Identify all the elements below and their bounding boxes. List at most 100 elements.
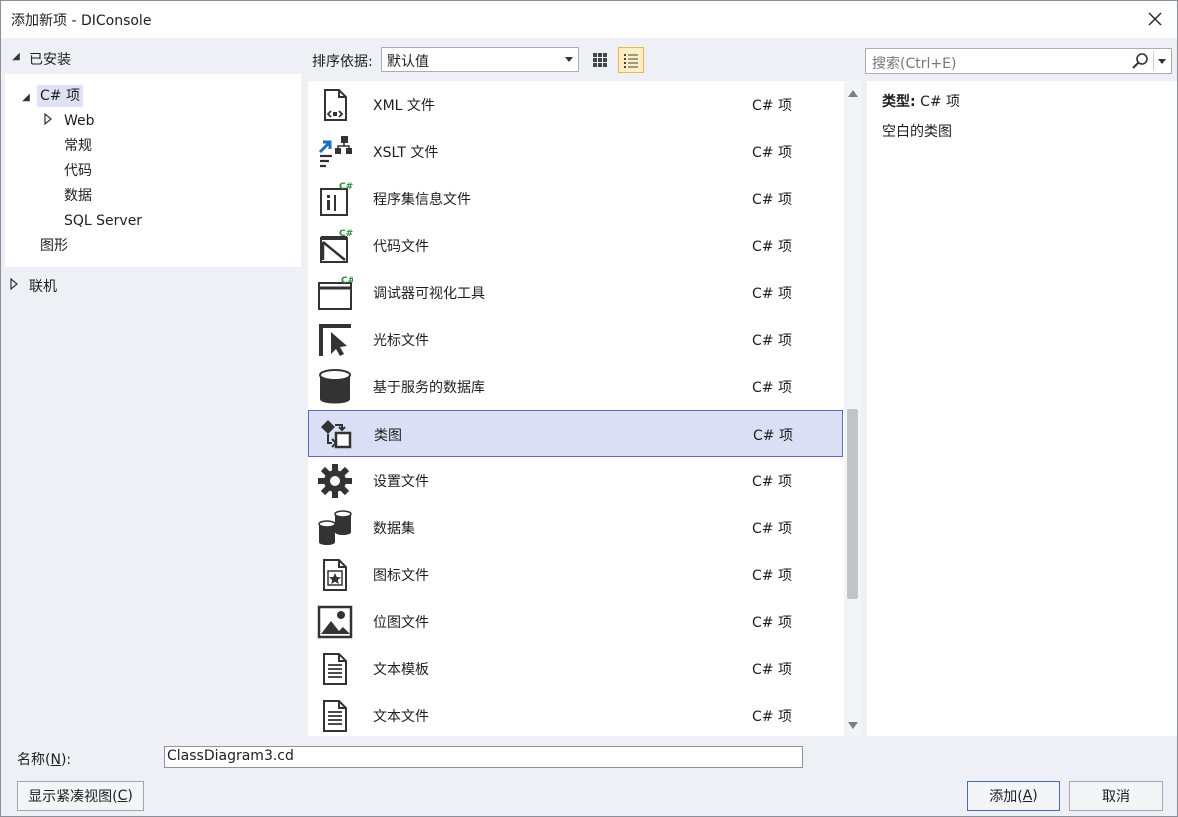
list-item[interactable]: 图标文件 C# 项 [308,551,843,598]
list-item[interactable]: 光标文件 C# 项 [308,316,843,363]
svg-text:C#: C# [341,276,353,286]
chevron-down-icon [565,57,573,62]
installed-header[interactable]: ◢ 已安装 [1,45,301,71]
scroll-down-icon[interactable] [848,722,858,729]
search-input[interactable]: 搜索(Ctrl+E) [865,48,1172,74]
list-item[interactable]: 设置文件 C# 项 [308,457,843,504]
grid-view-icon [593,53,607,67]
list-item[interactable]: 文本文件 C# 项 [308,692,843,736]
name-field[interactable]: ClassDiagram3.cd [164,746,803,768]
list-view-icon [624,54,638,68]
close-icon[interactable] [1141,5,1169,33]
item-type: C# 项 [752,662,792,678]
tree-expander-web[interactable] [43,110,53,132]
details-panel: 类型: C# 项 空白的类图 [867,81,1177,736]
item-name: 设置文件 [373,474,429,490]
tree-node-general[interactable]: 常规 [64,135,92,157]
item-name: 位图文件 [373,615,429,631]
bitmap-file-icon [317,605,353,639]
collapse-triangle-icon: ◢ [12,51,20,62]
tree-node-code[interactable]: 代码 [64,160,92,182]
cursor-file-icon [319,324,351,356]
tree-node-graphics[interactable]: 图形 [40,235,68,257]
template-tree: ◢ C# 项 Web 常规 代码 数据 SQL Server 图形 [5,74,301,267]
debugger-visualizer-icon: C# [318,276,353,310]
window-title: 添加新项 - DIConsole [11,13,152,29]
search-icon[interactable] [1131,52,1149,74]
sort-value: 默认值 [387,54,429,70]
compact-view-button[interactable]: 显示紧凑视图(C) [17,781,144,811]
class-diagram-icon [321,420,352,449]
small-icons-view-button[interactable] [587,47,613,73]
item-name: 代码文件 [373,239,429,255]
item-type: C# 项 [752,568,792,584]
search-options-chevron-icon[interactable] [1158,59,1166,64]
item-type: C# 项 [752,615,792,631]
expand-triangle-icon [7,277,21,293]
xml-file-icon [324,89,347,121]
item-name: 数据集 [373,521,415,537]
dataset-icon [318,510,352,545]
item-name: 基于服务的数据库 [373,380,485,396]
type-line: 类型: C# 项 [882,91,960,111]
item-name: 类图 [374,428,402,444]
list-item[interactable]: XSLT 文件 C# 项 [308,128,843,175]
list-item[interactable]: 位图文件 C# 项 [308,598,843,645]
tree-node-sql-server[interactable]: SQL Server [64,210,142,232]
item-type: C# 项 [752,474,792,490]
list-item[interactable]: 数据集 C# 项 [308,504,843,551]
tree-expander-csharp[interactable]: ◢ [19,85,33,107]
icon-file-icon [323,559,347,591]
item-type: C# 项 [752,380,792,396]
list-item[interactable]: XML 文件 C# 项 [308,81,843,128]
tree-node-web[interactable]: Web [64,110,95,132]
item-name: 程序集信息文件 [373,192,471,208]
sort-label: 排序依据: [312,54,373,70]
settings-file-icon [318,464,352,498]
tree-node-csharp-items[interactable]: C# 项 [37,85,83,107]
xslt-file-icon [318,136,352,168]
type-value: C# 项 [920,94,961,110]
sort-dropdown[interactable]: 默认值 [381,47,579,72]
online-label: 联机 [29,279,57,295]
template-list: XML 文件 C# 项 XSLT 文件 C# 项 C# 程序集信息文件 C# 项 [308,81,861,736]
svg-text:C#: C# [339,229,353,239]
database-icon [319,369,351,404]
item-name: 图标文件 [373,568,429,584]
search-separator [1153,51,1154,71]
item-name: 调试器可视化工具 [373,286,485,302]
installed-label: 已安装 [29,52,71,68]
list-view-button[interactable] [618,47,644,73]
item-type: C# 项 [752,333,792,349]
item-type: C# 项 [752,239,792,255]
list-item[interactable]: 文本模板 C# 项 [308,645,843,692]
text-template-icon [323,653,347,685]
assembly-info-icon: C# [320,182,353,216]
code-file-icon: C# [320,229,353,263]
list-item[interactable]: 基于服务的数据库 C# 项 [308,363,843,410]
search-placeholder: 搜索(Ctrl+E) [872,56,957,72]
tree-node-data[interactable]: 数据 [64,185,92,207]
item-type: C# 项 [753,428,793,444]
item-name: 文本文件 [373,709,429,725]
online-header[interactable]: 联机 [1,273,301,297]
item-type: C# 项 [752,98,792,114]
add-new-item-dialog: 添加新项 - DIConsole ◢ 已安装 ◢ C# 项 Web 常规 代码 … [0,0,1178,817]
text-file-icon [323,700,347,732]
cancel-button[interactable]: 取消 [1069,781,1163,811]
list-item-selected[interactable]: 类图 C# 项 [308,410,843,457]
item-name: XSLT 文件 [373,145,439,161]
list-item[interactable]: C# 程序集信息文件 C# 项 [308,175,843,222]
type-label: 类型: [882,94,916,110]
name-label: 名称(N): [17,752,72,768]
item-name: XML 文件 [373,98,435,114]
scrollbar-thumb[interactable] [847,409,858,599]
scroll-up-icon[interactable] [848,90,858,97]
list-scrollbar[interactable] [844,81,861,736]
item-name: 文本模板 [373,662,429,678]
list-item[interactable]: C# 调试器可视化工具 C# 项 [308,269,843,316]
item-type: C# 项 [752,192,792,208]
title-bar: 添加新项 - DIConsole [1,1,1177,38]
add-button[interactable]: 添加(A) [967,781,1060,811]
list-item[interactable]: C# 代码文件 C# 项 [308,222,843,269]
